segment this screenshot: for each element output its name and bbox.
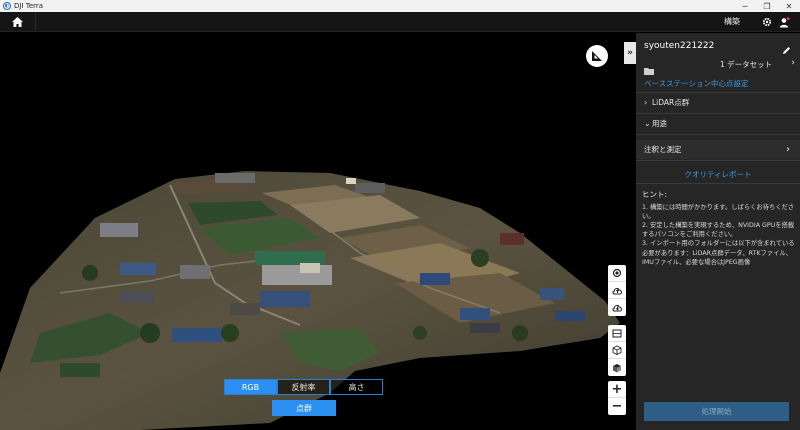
download-button[interactable] — [608, 299, 626, 316]
section-annotation-label: 注釈と測定 — [644, 145, 682, 154]
account-button[interactable] — [777, 15, 791, 29]
edit-toolbar — [608, 325, 626, 376]
home-button[interactable] — [0, 12, 36, 32]
window-title: DJI Terra — [14, 2, 44, 10]
mode-height-button[interactable]: 高さ — [330, 379, 383, 395]
top-nav-bar: 構築 — [0, 12, 800, 32]
quality-report-link[interactable]: クオリティレポート — [636, 169, 800, 180]
compass-icon — [592, 51, 602, 61]
divider — [636, 183, 800, 184]
section-usage[interactable]: ⌄ 用途 — [636, 114, 800, 133]
layers-button[interactable] — [608, 265, 626, 282]
display-mode-group: RGB 反射率 高さ — [224, 379, 383, 395]
section-lidar[interactable]: › LiDAR点群 — [636, 93, 800, 112]
pointcloud-render — [0, 171, 620, 430]
crop-icon — [612, 329, 622, 337]
mission-name: syouten221222 — [644, 41, 715, 51]
dji-terra-logo-icon: ◐ — [3, 2, 11, 10]
hint-title: ヒント: — [642, 190, 668, 199]
chevron-down-icon: ⌄ — [644, 119, 651, 128]
mission-panel: syouten221222 1 データセット › ベースステーション中心点設定 … — [636, 33, 800, 430]
hint-line: 1. 構築には時間がかかります。しばらくお待ちください。 — [642, 203, 795, 220]
hint-line: 3. インポート用のフォルダーには以下が含まれている必要があります：LiDAR点… — [642, 240, 795, 266]
mode-reflectance-button[interactable]: 反射率 — [277, 379, 330, 395]
build-menu-label[interactable]: 構築 — [724, 16, 740, 27]
cube-button[interactable] — [608, 342, 626, 359]
mode-rgb-button[interactable]: RGB — [224, 379, 277, 395]
view-toolbar — [608, 265, 626, 316]
base-station-link[interactable]: ベースステーション中心点設定 — [644, 78, 748, 89]
dataset-row[interactable]: 1 データセット › — [720, 58, 795, 70]
section-usage-label: 用途 — [652, 119, 667, 128]
restore-icon[interactable]: ❐ — [756, 0, 778, 12]
app-window: ◐ DJI Terra ─ ❐ ✕ 構築 » + − RGB 反射率 高さ 点群… — [0, 0, 800, 430]
cloud-upload-icon — [612, 287, 622, 294]
layers-icon — [612, 268, 622, 278]
section-annotation[interactable]: 注釈と測定 › — [636, 140, 800, 159]
cloud-download-icon — [612, 304, 622, 312]
compass-button[interactable] — [586, 45, 608, 67]
user-icon — [779, 16, 790, 27]
notification-dot — [786, 16, 790, 20]
divider — [636, 134, 800, 135]
hint-line: 2. 安定した構築を実現するため、NVIDIA GPUを搭載するパソコンをご利用… — [642, 222, 795, 239]
settings-button[interactable] — [760, 15, 774, 29]
folder-icon — [644, 60, 654, 79]
upload-button[interactable] — [608, 282, 626, 299]
divider — [636, 160, 800, 161]
zoom-in-button[interactable]: + — [608, 381, 626, 398]
pointcloud-viewport[interactable]: » + − RGB 反射率 高さ 点群 — [0, 33, 636, 430]
crop-button[interactable] — [608, 325, 626, 342]
chevron-right-icon: › — [786, 144, 790, 155]
close-icon[interactable]: ✕ — [778, 0, 800, 12]
gear-icon — [762, 17, 772, 27]
home-icon — [12, 17, 23, 27]
zoom-toolbar: + − — [608, 381, 626, 415]
start-processing-button[interactable]: 処理開始 — [644, 402, 789, 421]
dataset-count: 1 データセット — [720, 60, 773, 69]
pencil-icon — [783, 47, 790, 54]
edit-name-button[interactable] — [782, 40, 791, 59]
pointcloud-button[interactable]: 点群 — [272, 400, 336, 416]
title-bar: ◐ DJI Terra ─ ❐ ✕ — [0, 0, 800, 12]
cube-icon — [612, 345, 622, 355]
cube-solid-icon — [613, 363, 621, 372]
hint-box: ヒント: 1. 構築には時間がかかります。しばらくお待ちください。 2. 安定し… — [642, 190, 796, 267]
section-lidar-label: LiDAR点群 — [652, 98, 690, 107]
cube-solid-button[interactable] — [608, 359, 626, 376]
chevron-right-icon: › — [644, 98, 648, 107]
zoom-out-button[interactable]: − — [608, 398, 626, 415]
panel-collapse-button[interactable]: » — [624, 42, 636, 64]
minimize-icon[interactable]: ─ — [734, 0, 756, 12]
chevron-right-icon: › — [791, 58, 795, 68]
